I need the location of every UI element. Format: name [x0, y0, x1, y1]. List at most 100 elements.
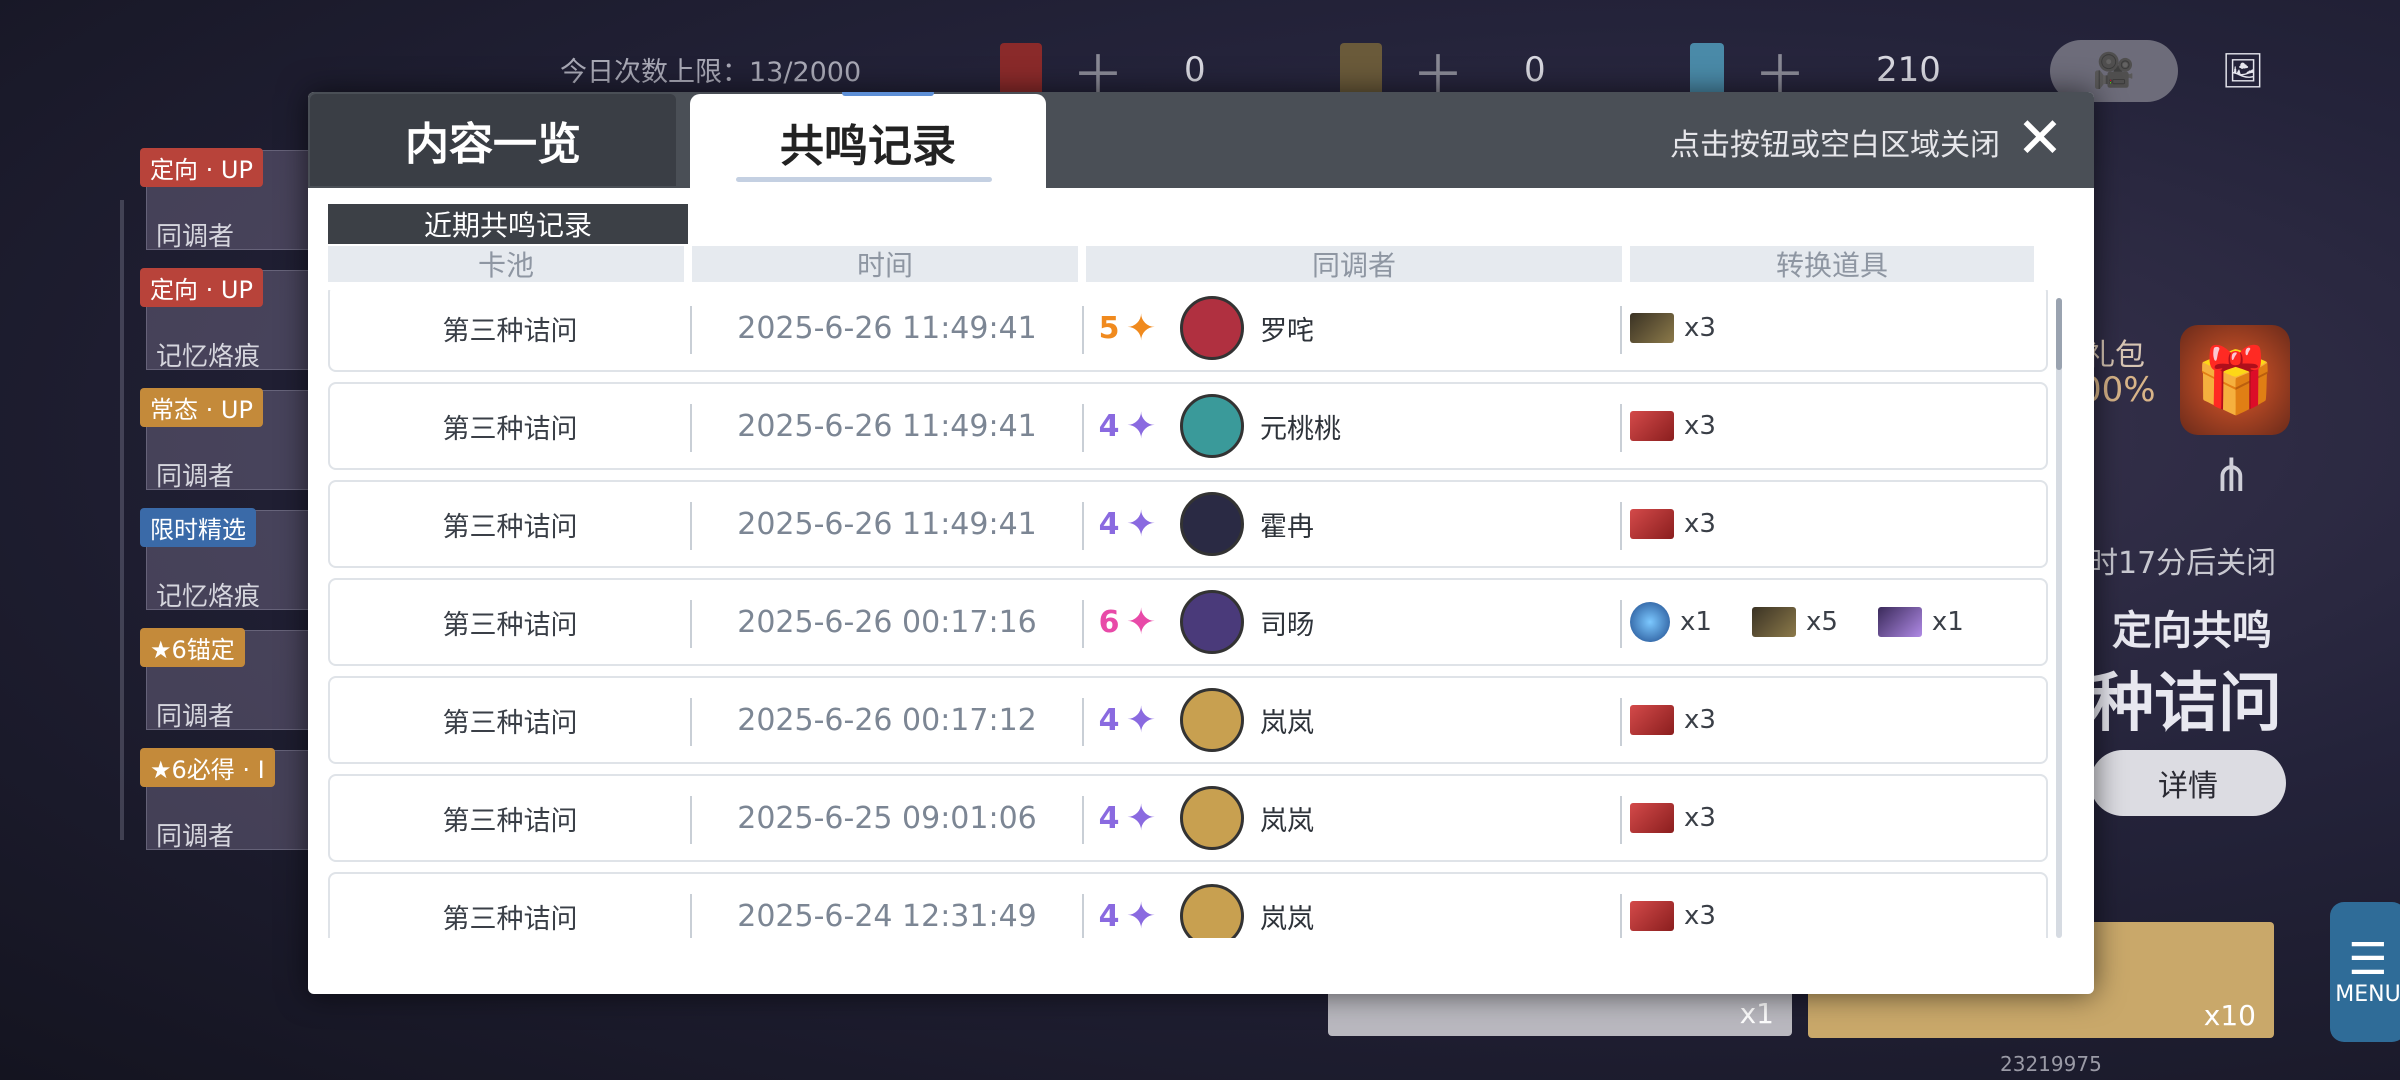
banner-name: 同调者: [156, 822, 235, 852]
banner-name: 记忆烙痕: [156, 582, 261, 612]
red-card-icon: [1630, 901, 1674, 931]
gold-card-icon: [1630, 313, 1674, 343]
menu-label: MENU: [2335, 981, 2400, 1007]
divider: [1620, 502, 1622, 550]
character-name: 岚岚: [1260, 903, 1314, 935]
record-row: 第三种诘问 2025-6-26 11:49:41 4 ✦ 霍冉 x3: [328, 480, 2048, 568]
resource-ticket-a: ＋ 0: [1000, 40, 1206, 106]
game-screen[interactable]: 今日次数上限：13/2000 ＋ 0 ＋ 0 ＋ 210 🎥 🖼 定向 · UP…: [0, 0, 2400, 1080]
character-cell: 5 ✦ 罗咤: [1098, 290, 1618, 370]
red-card-icon: [1630, 705, 1674, 735]
close-icon[interactable]: ✕: [2008, 106, 2072, 171]
divider: [1082, 698, 1084, 746]
item-entry: x3: [1630, 509, 1716, 539]
gift-icon[interactable]: 🎁: [2180, 325, 2290, 435]
record-row: 第三种诘问 2025-6-26 00:17:12 4 ✦ 岚岚 x3: [328, 676, 2048, 764]
character-avatar: [1180, 590, 1244, 654]
rarity-number: 5: [1098, 310, 1120, 346]
column-header-pool: 卡池: [328, 246, 684, 282]
resource-value: 0: [1524, 50, 1546, 90]
divider: [1620, 796, 1622, 844]
menu-button[interactable]: ☰ MENU: [2330, 902, 2400, 1042]
scrollbar[interactable]: [2056, 298, 2062, 938]
banner-tag: ★6锚定: [140, 628, 245, 667]
banner-tag: 定向 · UP: [140, 268, 263, 307]
rarity-number: 4: [1098, 702, 1120, 738]
column-header-time: 时间: [692, 246, 1078, 282]
ticket-icon: [1000, 43, 1042, 97]
record-time: 2025-6-26 11:49:41: [737, 408, 1037, 444]
item-quantity: x3: [1684, 313, 1716, 343]
divider: [1082, 796, 1084, 844]
pool-name: 第三种诘问: [442, 903, 578, 935]
rarity-number: 4: [1098, 898, 1120, 934]
banner-name: 同调者: [156, 702, 235, 732]
item-entry: x1: [1877, 607, 1964, 637]
character-name: 司旸: [1260, 609, 1314, 641]
record-time: 2025-6-26 00:17:12: [737, 702, 1037, 738]
item-quantity: x3: [1684, 803, 1716, 833]
banner-type-title: 定向共鸣: [2112, 608, 2272, 654]
banner-title: 种诘问: [2090, 667, 2282, 741]
record-list[interactable]: 第三种诘问 2025-6-26 11:49:41 5 ✦ 罗咤 x3 第三种诘问 …: [328, 290, 2048, 938]
record-dialog: 内容一览 共鸣记录 点击按钮或空白区域关闭 ✕ 近期共鸣记录 卡池 时间 同调者…: [308, 92, 2094, 994]
banner-tag: ★6必得 · I: [140, 748, 275, 787]
column-header-character: 同调者: [1086, 246, 1622, 282]
pool-name: 第三种诘问: [442, 413, 578, 445]
converted-items: x3: [1630, 482, 2040, 566]
section-title: 近期共鸣记录: [328, 204, 688, 244]
record-row: 第三种诘问 2025-6-26 00:17:16 6 ✦ 司旸 x1 x5 x1: [328, 578, 2048, 666]
item-quantity: x3: [1684, 705, 1716, 735]
character-cell: 4 ✦ 霍冉: [1098, 482, 1618, 566]
record-row: 第三种诘问 2025-6-26 11:49:41 4 ✦ 元桃桃 x3: [328, 382, 2048, 470]
record-row: 第三种诘问 2025-6-26 11:49:41 5 ✦ 罗咤 x3: [328, 290, 2048, 372]
record-row: 第三种诘问 2025-6-24 12:31:49 4 ✦ 岚岚 x3: [328, 872, 2048, 938]
gold-card-icon: [1751, 607, 1796, 637]
menu-icon: ☰: [2348, 933, 2388, 985]
banner-name: 同调者: [156, 462, 235, 492]
scrollbar-thumb[interactable]: [2056, 298, 2062, 370]
pull-ten-cost: x10: [2203, 999, 2256, 1032]
blue-orb-icon: [1630, 602, 1670, 642]
dialog-header: 内容一览 共鸣记录 点击按钮或空白区域关闭 ✕: [308, 92, 2094, 190]
converted-items: x3: [1630, 874, 2040, 938]
converted-items: x3: [1630, 290, 2040, 370]
detail-button[interactable]: 详情: [2090, 750, 2286, 816]
item-entry: x3: [1630, 313, 1716, 343]
item-quantity: x5: [1805, 607, 1838, 637]
share-icon[interactable]: ⋔: [2212, 448, 2251, 502]
character-cell: 4 ✦ 岚岚: [1098, 776, 1618, 860]
pool-name: 第三种诘问: [442, 511, 578, 543]
record-time: 2025-6-26 00:17:16: [737, 604, 1037, 640]
rarity-number: 4: [1098, 408, 1120, 444]
card-icon: [1340, 43, 1382, 97]
divider: [1620, 698, 1622, 746]
character-cell: 4 ✦ 元桃桃: [1098, 384, 1618, 468]
converted-items: x3: [1630, 384, 2040, 468]
close-hint-text: 点击按钮或空白区域关闭: [1670, 128, 2000, 163]
character-avatar: [1180, 884, 1244, 938]
divider: [1082, 600, 1084, 648]
resource-value: 210: [1876, 50, 1941, 90]
character-name: 罗咤: [1260, 315, 1314, 347]
camera-icon: 🎥: [2092, 51, 2136, 91]
purple-card-icon: [1877, 607, 1922, 637]
divider: [1620, 404, 1622, 452]
rarity-number: 4: [1098, 800, 1120, 836]
resource-ticket-b: ＋ 0: [1340, 40, 1546, 106]
gift-pack-label: 礼包: [2085, 338, 2145, 373]
pool-name: 第三种诘问: [442, 315, 578, 347]
character-avatar: [1180, 492, 1244, 556]
tab-content-overview[interactable]: 内容一览: [310, 94, 676, 186]
tab-resonance-record[interactable]: 共鸣记录: [690, 92, 1046, 190]
item-entry: x3: [1630, 901, 1716, 931]
resource-value: 0: [1184, 50, 1206, 90]
pool-name: 第三种诘问: [442, 609, 578, 641]
item-entry: x3: [1630, 705, 1716, 735]
record-row: 第三种诘问 2025-6-25 09:01:06 4 ✦ 岚岚 x3: [328, 774, 2048, 862]
record-time: 2025-6-26 11:49:41: [737, 310, 1037, 346]
picture-button[interactable]: 🖼: [2200, 40, 2286, 102]
record-time: 2025-6-25 09:01:06: [737, 800, 1037, 836]
sidebar-timeline: [120, 200, 124, 840]
pool-name: 第三种诘问: [442, 805, 578, 837]
